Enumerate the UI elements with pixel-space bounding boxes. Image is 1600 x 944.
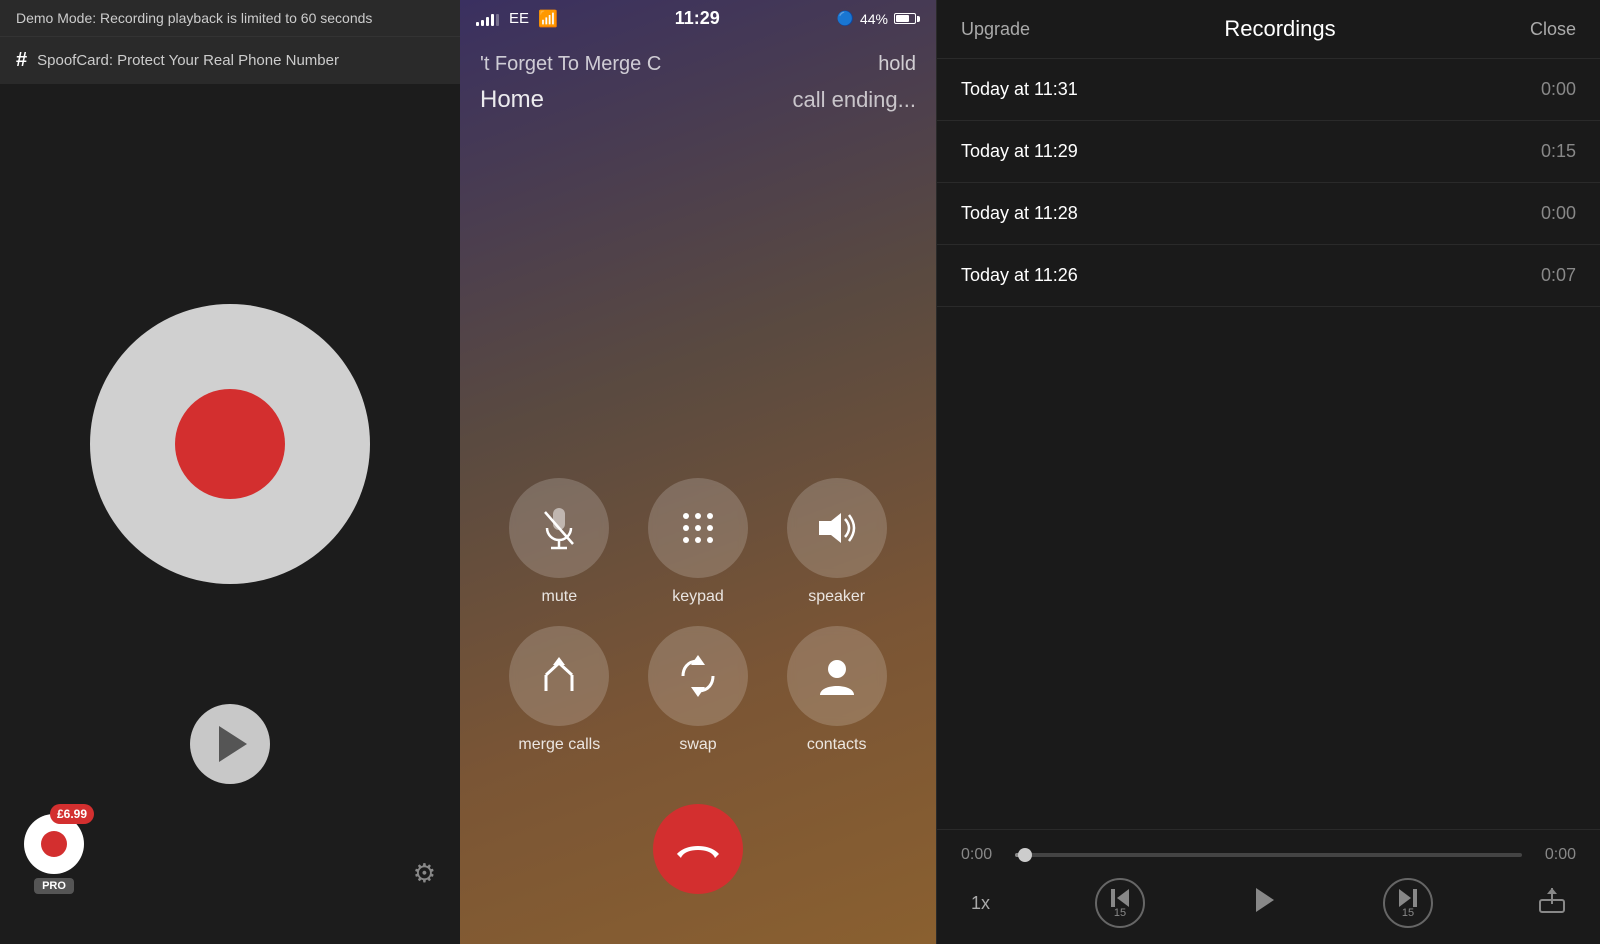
swap-icon [677, 655, 719, 697]
call-top-left: 't Forget To Merge C [480, 53, 661, 76]
end-call-button[interactable] [653, 804, 743, 894]
swap-button[interactable]: swap [639, 626, 758, 754]
close-button[interactable]: Close [1530, 19, 1576, 40]
contacts-label: contacts [807, 736, 867, 754]
status-right-area: 🔵 44% [837, 10, 920, 27]
speaker-button[interactable]: speaker [777, 478, 896, 606]
recordings-header: Upgrade Recordings Close [937, 0, 1600, 59]
settings-icon[interactable]: ⚙ [413, 858, 436, 889]
skip-forward-button[interactable]: 15 [1383, 878, 1433, 928]
play-pause-button[interactable] [1250, 886, 1278, 921]
right-panel: Upgrade Recordings Close Today at 11:31 … [936, 0, 1600, 944]
mute-icon [541, 506, 577, 550]
call-hold-label: hold [878, 53, 916, 76]
middle-panel: EE 📶 11:29 🔵 44% 't Forget To Merge C ho… [460, 0, 936, 944]
end-call-area [460, 774, 936, 944]
player-controls: 1x 15 [961, 878, 1576, 928]
mute-label: mute [542, 588, 578, 606]
recording-item[interactable]: Today at 11:28 0:00 [937, 183, 1600, 245]
recording-duration: 0:00 [1541, 79, 1576, 100]
speaker-icon [815, 509, 859, 547]
play-triangle-icon [219, 726, 247, 762]
pro-price: £6.99 [50, 804, 94, 824]
merge-calls-label: merge calls [518, 736, 600, 754]
record-button[interactable] [90, 304, 370, 584]
signal-area: EE 📶 [476, 9, 558, 29]
recording-duration: 0:00 [1541, 203, 1576, 224]
pro-dot [41, 831, 67, 857]
status-time: 11:29 [675, 8, 720, 29]
swap-label: swap [679, 736, 716, 754]
player-progress: 0:00 0:00 [961, 846, 1576, 864]
merge-calls-button[interactable]: merge calls [500, 626, 619, 754]
recording-date: Today at 11:29 [961, 141, 1078, 162]
contacts-button[interactable]: contacts [777, 626, 896, 754]
mute-button[interactable]: mute [500, 478, 619, 606]
recording-date: Today at 11:31 [961, 79, 1078, 100]
spoof-card-text: SpoofCard: Protect Your Real Phone Numbe… [37, 52, 339, 69]
hash-icon: # [16, 49, 27, 72]
recording-item[interactable]: Today at 11:26 0:07 [937, 245, 1600, 307]
contacts-icon [818, 655, 856, 697]
pro-badge[interactable]: £6.99 PRO [24, 814, 84, 894]
recordings-title: Recordings [1224, 16, 1335, 42]
recording-item[interactable]: Today at 11:29 0:15 [937, 121, 1600, 183]
battery-icon [894, 13, 920, 24]
skip-back-label: 15 [1114, 907, 1126, 919]
call-ending-label: call ending... [792, 87, 916, 113]
recording-date: Today at 11:26 [961, 265, 1078, 286]
battery-percent: 44% [860, 11, 888, 27]
keypad-label: keypad [672, 588, 724, 606]
signal-bars-icon [476, 12, 499, 26]
share-button[interactable] [1538, 886, 1566, 920]
record-area: £6.99 PRO ⚙ [0, 84, 460, 944]
upgrade-button[interactable]: Upgrade [961, 19, 1030, 40]
pro-icon: £6.99 [24, 814, 84, 874]
merge-calls-icon [538, 655, 580, 697]
status-bar: EE 📶 11:29 🔵 44% [460, 0, 936, 37]
progress-thumb [1018, 848, 1032, 862]
demo-text: Demo Mode: Recording playback is limited… [16, 10, 372, 26]
carrier-name: EE [509, 10, 529, 27]
record-dot [175, 389, 285, 499]
wifi-icon: 📶 [538, 9, 558, 29]
play-button[interactable] [190, 704, 270, 784]
player-end-time: 0:00 [1536, 846, 1576, 864]
demo-banner: Demo Mode: Recording playback is limited… [0, 0, 460, 36]
keypad-button[interactable]: keypad [639, 478, 758, 606]
recordings-list: Today at 11:31 0:00 Today at 11:29 0:15 … [937, 59, 1600, 829]
recording-item[interactable]: Today at 11:31 0:00 [937, 59, 1600, 121]
phone-buttons-grid: mute keypad [460, 438, 936, 774]
speaker-label: speaker [808, 588, 865, 606]
play-icon [1250, 886, 1278, 914]
skip-forward-icon [1397, 887, 1419, 909]
player-section: 0:00 0:00 1x 15 [937, 829, 1600, 944]
recording-date: Today at 11:28 [961, 203, 1078, 224]
pro-label: PRO [34, 878, 74, 894]
call-info: 't Forget To Merge C hold Home call endi… [460, 37, 936, 124]
player-current-time: 0:00 [961, 846, 1001, 864]
bluetooth-icon: 🔵 [837, 10, 854, 27]
share-icon [1538, 886, 1566, 914]
skip-forward-label: 15 [1402, 907, 1414, 919]
end-call-icon [675, 836, 721, 862]
skip-back-button[interactable]: 15 [1095, 878, 1145, 928]
skip-back-icon [1109, 887, 1131, 909]
progress-bar[interactable] [1015, 853, 1522, 857]
playback-speed[interactable]: 1x [971, 893, 990, 914]
recording-duration: 0:07 [1541, 265, 1576, 286]
keypad-icon [679, 509, 717, 547]
spoof-card-bar[interactable]: # SpoofCard: Protect Your Real Phone Num… [0, 36, 460, 84]
call-home-label: Home [480, 86, 544, 114]
left-panel: Demo Mode: Recording playback is limited… [0, 0, 460, 944]
recording-duration: 0:15 [1541, 141, 1576, 162]
